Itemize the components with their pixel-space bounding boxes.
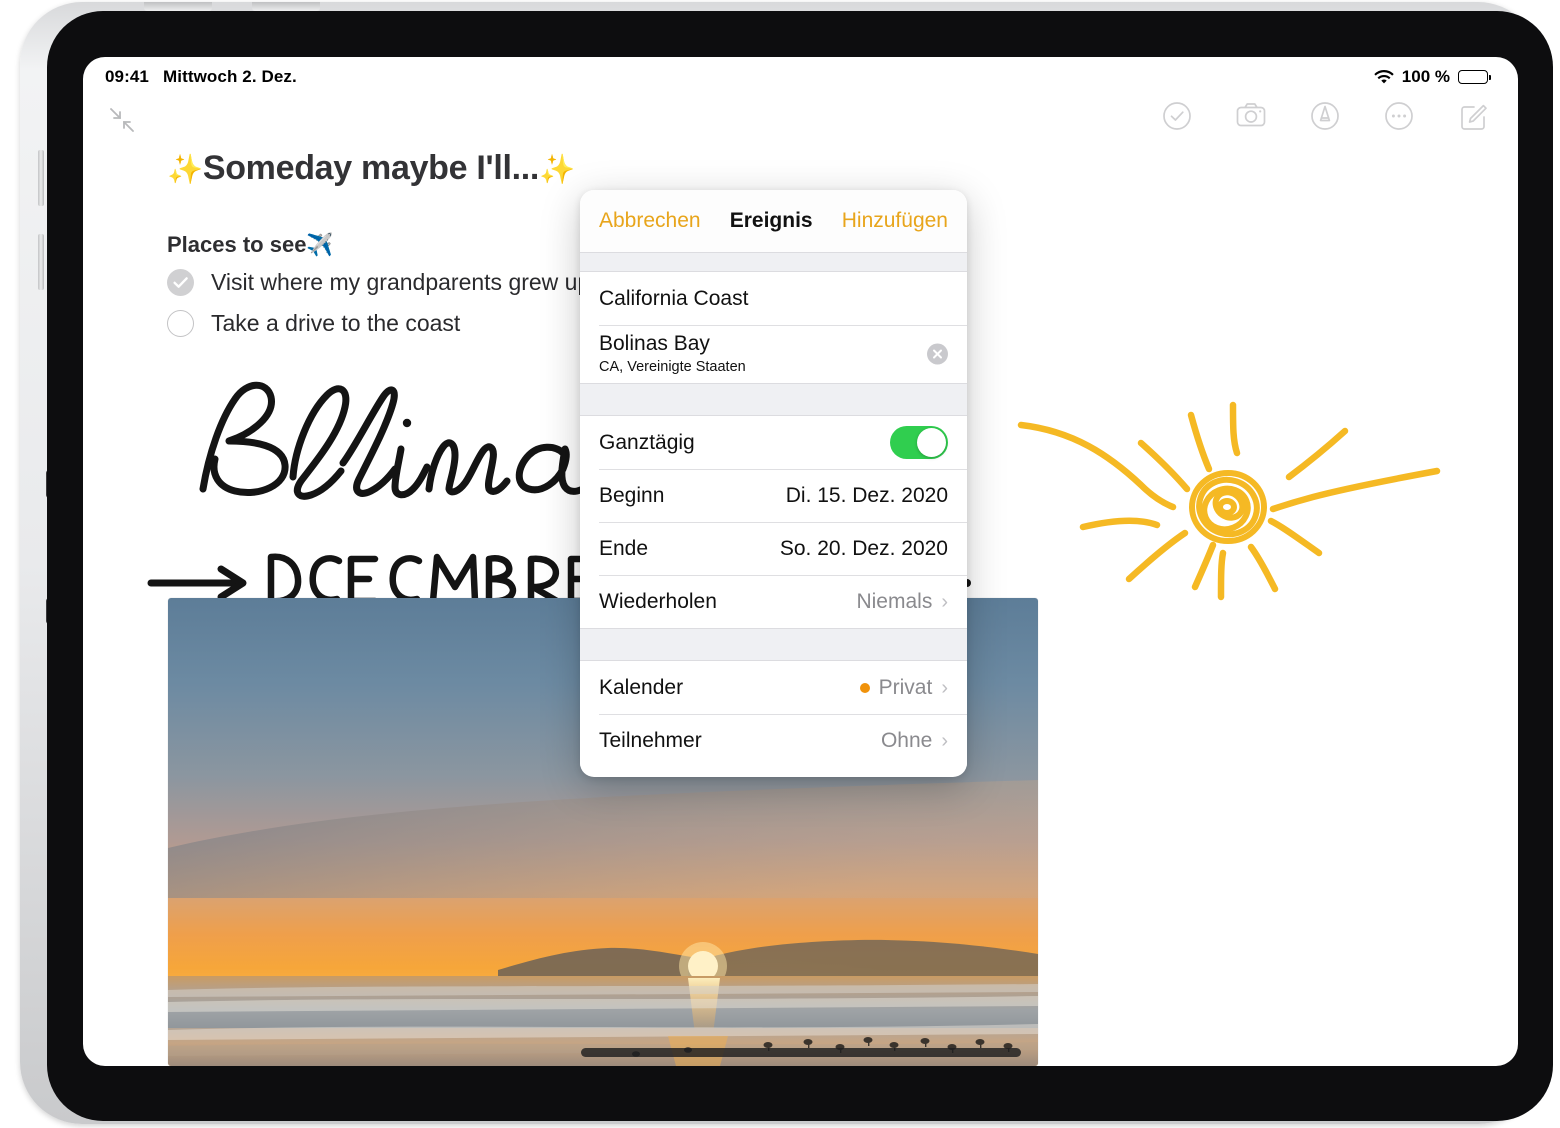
note-title-text: Someday maybe I'll... [202, 149, 540, 187]
checklist-item-visit[interactable]: Visit where my grandparents grew up [167, 269, 590, 296]
side-button-upper[interactable] [38, 150, 44, 206]
sparkles-icon-left: ✨ [167, 154, 203, 186]
section-gap-bottom [580, 628, 967, 661]
all-day-row[interactable]: Ganztägig [580, 416, 967, 469]
cancel-button[interactable]: Abbrechen [599, 209, 701, 233]
repeat-value-group: Niemals › [856, 590, 948, 614]
attendees-value: Ohne [880, 728, 933, 752]
calendar-value-group: Privat › [859, 675, 948, 700]
ipad-frame: 09:41 Mittwoch 2. Dez. 100 % ✨Someday ma… [20, 2, 1553, 1124]
chevron-right-icon: › [941, 729, 948, 752]
popover-header: Abbrechen Ereignis Hinzufügen [580, 190, 967, 252]
page-title: ✨Someday maybe I'll...✨ [167, 149, 575, 188]
calendar-color-dot-icon [859, 682, 870, 693]
section-gap-top [580, 252, 967, 272]
calendar-label: Kalender [599, 675, 684, 699]
checklist-item-label: Visit where my grandparents grew up [211, 269, 591, 295]
start-date-value: Di. 15. Dez. 2020 [785, 483, 948, 507]
sparkles-icon-right: ✨ [539, 154, 575, 186]
location-name: Bolinas Bay [599, 332, 710, 356]
event-popover: Abbrechen Ereignis Hinzufügen California… [580, 190, 967, 777]
chevron-right-icon: › [941, 590, 948, 613]
home-indicator[interactable] [580, 1048, 1021, 1057]
clear-circle-x-icon[interactable] [927, 343, 948, 365]
event-title-field[interactable]: California Coast [580, 272, 967, 325]
checklist-item-drive[interactable]: Take a drive to the coast [167, 310, 460, 337]
section-gap-middle [580, 383, 967, 416]
checkbox-unchecked-icon[interactable] [167, 310, 194, 337]
screenshot-root: 09:41 Mittwoch 2. Dez. 100 % ✨Someday ma… [0, 0, 1560, 1128]
volume-down-button[interactable] [252, 2, 320, 11]
end-date-value: So. 20. Dez. 2020 [779, 536, 948, 560]
add-button[interactable]: Hinzufügen [842, 209, 948, 233]
attendees-value-group: Ohne › [881, 729, 948, 753]
start-date-row[interactable]: Beginn Di. 15. Dez. 2020 [580, 469, 967, 522]
checklist-item-label: Take a drive to the coast [211, 310, 461, 336]
ipad-screen: 09:41 Mittwoch 2. Dez. 100 % ✨Someday ma… [83, 57, 1518, 1066]
sun-doodle [1013, 397, 1443, 627]
start-date-label: Beginn [599, 483, 665, 507]
volume-up-button[interactable] [144, 2, 212, 11]
all-day-label: Ganztägig [599, 430, 695, 454]
location-detail: CA, Vereinigte Staaten [599, 358, 746, 375]
chevron-right-icon: › [941, 676, 948, 699]
all-day-toggle[interactable] [890, 426, 948, 459]
repeat-label: Wiederholen [599, 589, 717, 613]
note-subheading: Places to see✈️ [167, 232, 334, 257]
repeat-row[interactable]: Wiederholen Niemals › [580, 575, 967, 628]
checkbox-checked-icon[interactable] [167, 269, 194, 296]
popover-title: Ereignis [729, 209, 813, 232]
end-date-row[interactable]: Ende So. 20. Dez. 2020 [580, 522, 967, 575]
calendar-row[interactable]: Kalender Privat › [580, 661, 967, 714]
event-title-value: California Coast [599, 286, 749, 310]
attendees-row[interactable]: Teilnehmer Ohne › [580, 714, 967, 767]
event-location-field[interactable]: Bolinas Bay CA, Vereinigte Staaten [580, 325, 967, 383]
repeat-value: Niemals [856, 589, 933, 613]
side-button-lower[interactable] [38, 234, 44, 290]
attendees-label: Teilnehmer [599, 728, 702, 752]
calendar-value: Privat [878, 675, 933, 699]
end-date-label: Ende [599, 536, 649, 560]
